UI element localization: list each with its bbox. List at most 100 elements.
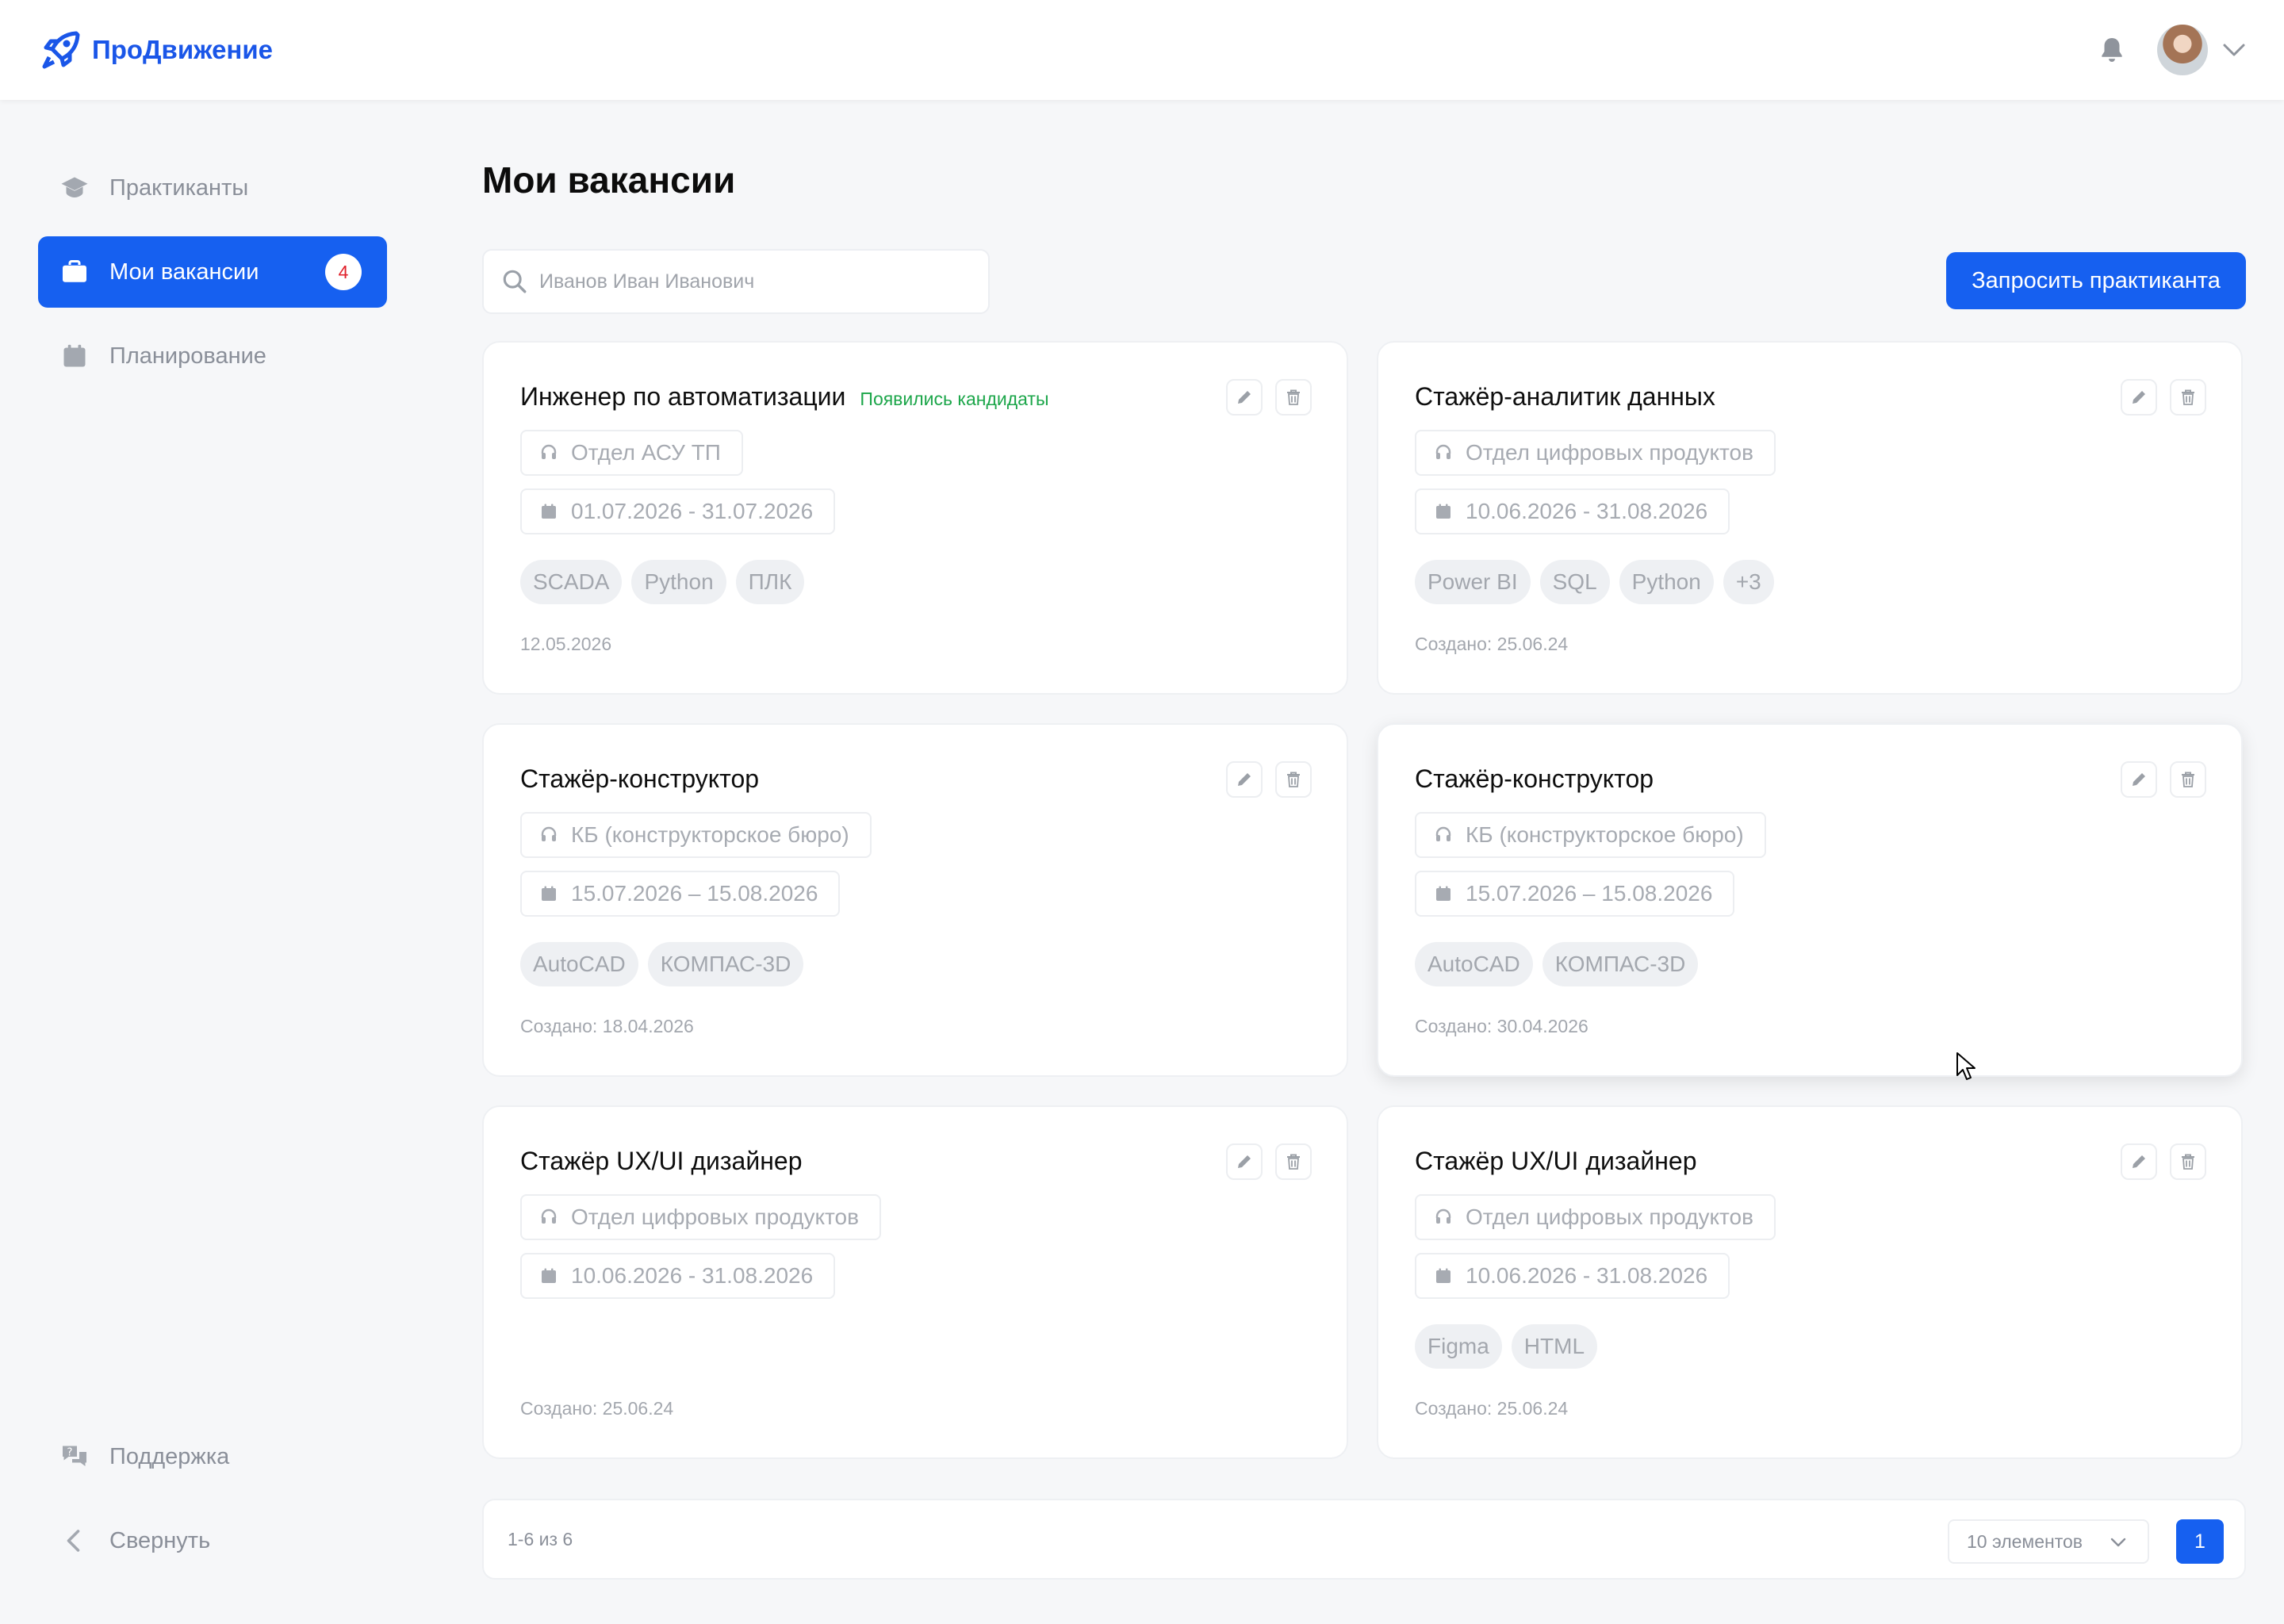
chevron-down-icon[interactable] bbox=[2222, 41, 2246, 59]
user-avatar[interactable] bbox=[2157, 25, 2208, 75]
department-label: КБ (конструкторское бюро) bbox=[571, 822, 849, 847]
sidebar-collapse[interactable]: Свернуть bbox=[38, 1505, 387, 1576]
pagination-bar: 1-6 из 6 10 элементов 1 bbox=[482, 1499, 2246, 1580]
pencil-icon bbox=[2133, 391, 2145, 404]
request-intern-button[interactable]: Запросить практиканта bbox=[1946, 252, 2246, 309]
vacancy-title: Стажёр-конструктор bbox=[1415, 764, 1654, 793]
skill-tag: КОМПАС-3D bbox=[1542, 942, 1699, 986]
headset-icon bbox=[1435, 444, 1451, 459]
dates-label: 10.06.2026 - 31.08.2026 bbox=[1466, 1263, 1708, 1288]
top-header: ПроДвижение bbox=[0, 0, 2284, 100]
vacancy-card[interactable]: Стажёр-аналитик данных Отдел цифровых пр… bbox=[1377, 341, 2243, 695]
delete-button[interactable] bbox=[1275, 761, 1312, 798]
sidebar-item-support[interactable]: ? Поддержка bbox=[38, 1421, 387, 1492]
vacancy-card[interactable]: Инженер по автоматизации Появились канди… bbox=[482, 341, 1348, 695]
skill-tag: SCADA bbox=[520, 560, 623, 604]
edit-button[interactable] bbox=[2121, 379, 2157, 416]
sidebar-item-planning[interactable]: Планирование bbox=[38, 320, 387, 392]
dates-label: 10.06.2026 - 31.08.2026 bbox=[571, 1263, 814, 1288]
calendar-icon bbox=[542, 1268, 556, 1283]
page-size-value: 10 элементов bbox=[1967, 1530, 2083, 1552]
created-date: 12.05.2026 bbox=[520, 634, 612, 654]
dates-chip: 01.07.2026 - 31.07.2026 bbox=[520, 488, 836, 534]
headset-icon bbox=[541, 1208, 557, 1224]
department-chip: Отдел цифровых продуктов bbox=[1415, 430, 1776, 476]
edit-button[interactable] bbox=[1226, 379, 1263, 416]
search-box[interactable] bbox=[482, 249, 990, 314]
trash-icon bbox=[1287, 389, 1300, 405]
delete-button[interactable] bbox=[2170, 1143, 2206, 1180]
created-date: Создано: 25.06.24 bbox=[520, 1398, 674, 1419]
bell-icon[interactable] bbox=[2097, 35, 2127, 65]
created-date: Создано: 18.04.2026 bbox=[520, 1016, 694, 1036]
sidebar-item-label: Практиканты bbox=[109, 174, 249, 201]
department-chip: Отдел цифровых продуктов bbox=[1415, 1194, 1776, 1240]
chevron-down-icon bbox=[2110, 1538, 2126, 1547]
dates-chip: 15.07.2026 – 15.08.2026 bbox=[520, 871, 841, 917]
edit-button[interactable] bbox=[2121, 761, 2157, 798]
calendar-icon bbox=[63, 344, 86, 367]
page-title: Мои вакансии bbox=[482, 159, 736, 201]
created-date: Создано: 25.06.24 bbox=[1415, 634, 1569, 654]
page-button-current[interactable]: 1 bbox=[2176, 1519, 2224, 1564]
delete-button[interactable] bbox=[2170, 761, 2206, 798]
department-chip: КБ (конструкторское бюро) bbox=[520, 812, 872, 858]
vacancy-card[interactable]: Стажёр UX/UI дизайнер Отдел цифровых про… bbox=[482, 1105, 1348, 1459]
chevron-left-icon bbox=[67, 1530, 80, 1552]
vacancy-title: Стажёр-конструктор bbox=[520, 764, 760, 793]
sidebar-item-interns[interactable]: Практиканты bbox=[38, 152, 387, 224]
vacancy-card[interactable]: Стажёр UX/UI дизайнер Отдел цифровых про… bbox=[1377, 1105, 2243, 1459]
delete-button[interactable] bbox=[1275, 1143, 1312, 1180]
department-label: Отдел цифровых продуктов bbox=[571, 1205, 859, 1229]
edit-button[interactable] bbox=[2121, 1143, 2157, 1180]
skill-tag: Figma bbox=[1415, 1324, 1502, 1369]
candidates-status: Появились кандидаты bbox=[860, 389, 1049, 409]
delete-button[interactable] bbox=[1275, 379, 1312, 416]
calendar-icon bbox=[1436, 886, 1450, 901]
rocket-logo-icon bbox=[42, 31, 80, 69]
more-tags-badge[interactable]: +3 bbox=[1723, 560, 1774, 604]
edit-button[interactable] bbox=[1226, 1143, 1263, 1180]
skill-tag: AutoCAD bbox=[1415, 942, 1533, 986]
sidebar-item-label: Планирование bbox=[109, 343, 266, 369]
pencil-icon bbox=[1238, 1155, 1251, 1168]
trash-icon bbox=[1287, 1154, 1300, 1170]
skill-tag: Power BI bbox=[1415, 560, 1531, 604]
dates-chip: 10.06.2026 - 31.08.2026 bbox=[1415, 1253, 1730, 1299]
trash-icon bbox=[1287, 772, 1300, 787]
department-label: Отдел АСУ ТП bbox=[571, 440, 721, 465]
headset-icon bbox=[541, 444, 557, 459]
vacancy-card[interactable]: Стажёр-конструктор КБ (конструкторское б… bbox=[482, 723, 1348, 1077]
app-logo[interactable]: ПроДвижение bbox=[41, 30, 273, 70]
pencil-icon bbox=[1238, 773, 1251, 786]
department-label: КБ (конструкторское бюро) bbox=[1466, 822, 1744, 847]
skill-tag: SQL bbox=[1539, 560, 1610, 604]
edit-button[interactable] bbox=[1226, 761, 1263, 798]
dates-chip: 10.06.2026 - 31.08.2026 bbox=[1415, 488, 1730, 534]
graduation-cap-icon bbox=[61, 177, 88, 197]
department-label: Отдел цифровых продуктов bbox=[1466, 440, 1753, 465]
department-chip: Отдел цифровых продуктов bbox=[520, 1194, 881, 1240]
pagination-range: 1-6 из 6 bbox=[508, 1529, 573, 1549]
vacancy-card[interactable]: Стажёр-конструктор КБ (конструкторское б… bbox=[1377, 723, 2243, 1077]
calendar-icon bbox=[1436, 1268, 1450, 1283]
delete-button[interactable] bbox=[2170, 379, 2206, 416]
trash-icon bbox=[2182, 772, 2194, 787]
skill-tag: Python bbox=[1619, 560, 1714, 604]
count-badge: 4 bbox=[325, 254, 362, 290]
created-date: Создано: 25.06.24 bbox=[1415, 1398, 1569, 1419]
sidebar-item-label: Свернуть bbox=[109, 1527, 211, 1553]
dates-chip: 10.06.2026 - 31.08.2026 bbox=[520, 1253, 836, 1299]
headset-icon bbox=[1435, 826, 1451, 841]
page-size-select[interactable]: 10 элементов bbox=[1948, 1519, 2149, 1564]
vacancy-title: Стажёр-аналитик данных bbox=[1415, 382, 1715, 411]
sidebar-item-my-vacancies[interactable]: Мои вакансии 4 bbox=[38, 236, 387, 308]
dates-chip: 15.07.2026 – 15.08.2026 bbox=[1415, 871, 1735, 917]
sidebar-item-label: Поддержка bbox=[109, 1443, 230, 1469]
calendar-icon bbox=[542, 886, 556, 901]
search-icon bbox=[503, 270, 527, 293]
dates-label: 15.07.2026 – 15.08.2026 bbox=[571, 881, 818, 906]
support-chat-icon: ? bbox=[63, 1446, 86, 1466]
search-input[interactable] bbox=[539, 270, 968, 293]
dates-label: 10.06.2026 - 31.08.2026 bbox=[1466, 499, 1708, 523]
